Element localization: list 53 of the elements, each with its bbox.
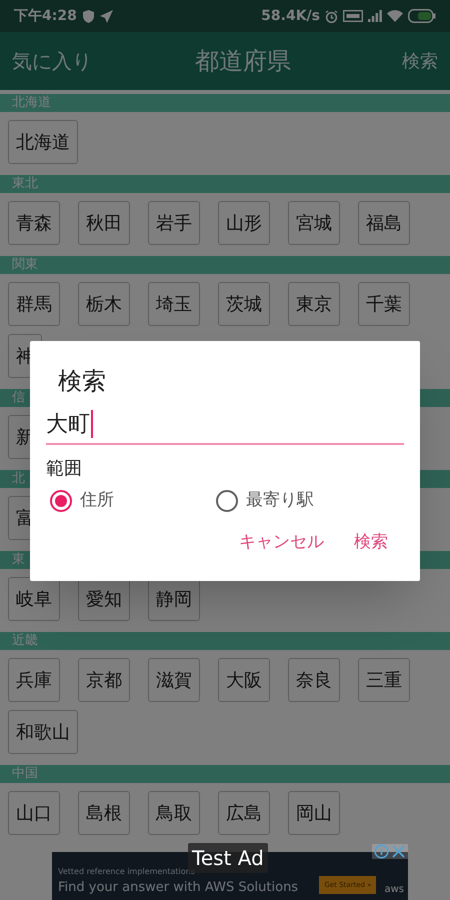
- section-header: 中国: [0, 765, 450, 783]
- prefecture-button[interactable]: 青森: [8, 201, 60, 245]
- ad-tagline: Vetted reference implementations: [58, 866, 196, 878]
- prefecture-button[interactable]: 岐阜: [8, 577, 60, 621]
- section-header: 北海道: [0, 94, 450, 112]
- radio-button[interactable]: [216, 490, 238, 512]
- prefecture-button[interactable]: 東京: [288, 282, 340, 326]
- search-button[interactable]: 検索: [402, 48, 438, 74]
- prefecture-button[interactable]: 鳥取: [148, 791, 200, 835]
- send-icon: [100, 10, 113, 22]
- network-speed: 58.4K/s: [261, 6, 320, 26]
- prefecture-button[interactable]: 埼玉: [148, 282, 200, 326]
- prefecture-button[interactable]: 京都: [78, 658, 130, 702]
- prefecture-button[interactable]: 奈良: [288, 658, 340, 702]
- prefecture-button[interactable]: 山口: [8, 791, 60, 835]
- prefecture-button[interactable]: 栃木: [78, 282, 130, 326]
- shield-icon: [82, 10, 94, 22]
- section-header: 東北: [0, 175, 450, 193]
- prefecture-button[interactable]: 広島: [218, 791, 270, 835]
- search-input[interactable]: 大町: [46, 405, 404, 445]
- radio-button[interactable]: [50, 490, 72, 512]
- prefecture-button[interactable]: 群馬: [8, 282, 60, 326]
- radio-label: 住所: [80, 489, 114, 512]
- prefecture-button[interactable]: 大阪: [218, 658, 270, 702]
- favorites-button[interactable]: 気に入り: [12, 46, 92, 76]
- prefecture-button[interactable]: 秋田: [78, 201, 130, 245]
- alarm-icon: [325, 10, 338, 22]
- prefecture-button[interactable]: 三重: [358, 658, 410, 702]
- radio-label: 最寄り駅: [246, 489, 314, 512]
- prefecture-button[interactable]: 茨城: [218, 282, 270, 326]
- prefecture-button[interactable]: 宮城: [288, 201, 340, 245]
- aws-logo: aws: [384, 883, 404, 897]
- prefecture-button[interactable]: 滋賀: [148, 658, 200, 702]
- prefecture-button[interactable]: 島根: [78, 791, 130, 835]
- app-title: 都道府県: [194, 46, 292, 77]
- prefecture-button[interactable]: 福島: [358, 201, 410, 245]
- prefecture-button[interactable]: 北海道: [8, 120, 78, 164]
- status-time: 下午4:28: [14, 6, 77, 26]
- prefecture-button[interactable]: 岩手: [148, 201, 200, 245]
- wifi-icon: [387, 10, 403, 22]
- prefecture-button[interactable]: 千葉: [358, 282, 410, 326]
- battery-icon: [408, 9, 436, 23]
- info-icon[interactable]: [374, 844, 389, 859]
- prefecture-button[interactable]: 和歌山: [8, 710, 78, 754]
- prefecture-button[interactable]: 兵庫: [8, 658, 60, 702]
- signal-icon: [368, 10, 382, 22]
- section-header: 近畿: [0, 632, 450, 650]
- vpn-icon: [343, 10, 363, 22]
- section-header: 関東: [0, 256, 450, 274]
- prefecture-button[interactable]: 山形: [218, 201, 270, 245]
- close-icon[interactable]: [391, 844, 406, 859]
- ad-headline: Find your answer with AWS Solutions: [58, 878, 300, 896]
- prefecture-button[interactable]: 岡山: [288, 791, 340, 835]
